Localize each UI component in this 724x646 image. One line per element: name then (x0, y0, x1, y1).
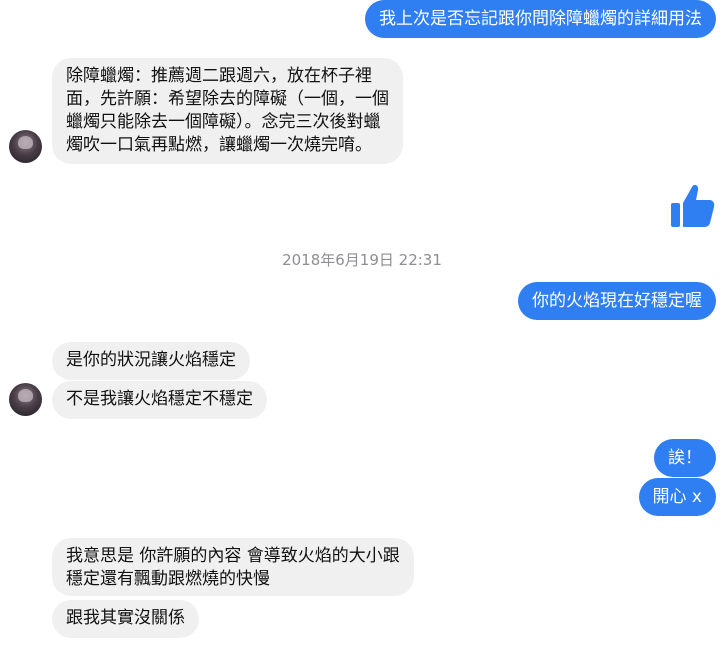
message-incoming[interactable]: 除障蠟燭：推薦週二跟週六，放在杯子裡 面，先許願：希望除去的障礙（一個，一個 蠟… (52, 58, 403, 164)
message-incoming[interactable]: 不是我讓火焰穩定不穩定 (52, 381, 267, 419)
message-outgoing[interactable]: 你的火焰現在好穩定喔 (518, 282, 716, 320)
timestamp: 2018年6月19日 22:31 (282, 251, 442, 269)
contact-avatar[interactable] (9, 383, 42, 416)
message-incoming[interactable]: 我意思是 你許願的內容 會導致火焰的大小跟 穩定還有飄動跟燃燒的快慢 (52, 538, 414, 596)
message-outgoing[interactable]: 我上次是否忘記跟你問除障蠟燭的詳細用法 (365, 0, 716, 38)
contact-avatar[interactable] (9, 130, 42, 163)
thumbs-up-icon (671, 184, 715, 227)
message-incoming[interactable]: 跟我其實沒關係 (52, 600, 199, 638)
message-outgoing[interactable]: 開心 x (638, 478, 716, 516)
message-outgoing[interactable]: 誒！ (654, 439, 716, 477)
message-incoming[interactable]: 是你的狀況讓火焰穩定 (52, 342, 250, 380)
